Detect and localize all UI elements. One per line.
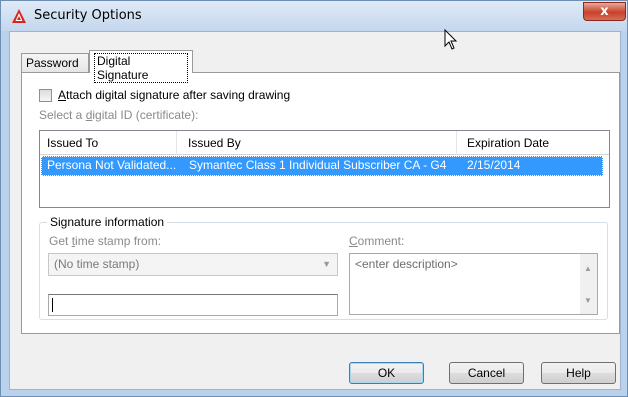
autocad-app-icon — [12, 9, 26, 23]
timestamp-value: (No time stamp) — [54, 257, 140, 271]
ok-button[interactable]: OK — [349, 362, 424, 384]
column-issued-to[interactable]: Issued To — [41, 131, 177, 155]
attach-signature-label[interactable]: Attach digital signature after saving dr… — [58, 88, 290, 102]
comment-label: Comment: — [349, 234, 404, 248]
attach-mnemonic: A — [58, 88, 67, 102]
select-id-post: igital ID (certificate): — [92, 108, 199, 122]
column-issued-by[interactable]: Issued By — [182, 131, 457, 155]
help-button[interactable]: Help — [541, 362, 616, 384]
timestamp-label-post: ime stamp from: — [75, 234, 162, 248]
timestamp-label-pre: Get — [49, 234, 72, 248]
close-button[interactable]: x — [583, 2, 626, 21]
text-caret — [52, 298, 53, 312]
tab-digital-signature[interactable]: Digital Signature — [89, 50, 193, 83]
comment-placeholder: <enter description> — [355, 257, 458, 271]
scroll-down-icon[interactable]: ▼ — [584, 296, 592, 305]
timestamp-server-field[interactable] — [48, 294, 338, 316]
chevron-down-icon: ▼ — [322, 259, 331, 269]
select-id-pre: Select a — [39, 108, 86, 122]
select-digital-id-label: Select a digital ID (certificate): — [39, 108, 198, 122]
title-bar[interactable]: Security Options x — [1, 1, 627, 31]
timestamp-dropdown[interactable]: (No time stamp) ▼ — [48, 253, 338, 276]
cancel-button[interactable]: Cancel — [449, 362, 524, 384]
comment-scrollbar[interactable]: ▲ ▼ — [580, 254, 597, 314]
window-title: Security Options — [34, 8, 142, 23]
comment-label-post: omment: — [357, 234, 405, 248]
close-icon: x — [600, 4, 609, 19]
cell-issued-by: Symantec Class 1 Individual Subscriber C… — [189, 158, 447, 172]
cell-expiration: 2/15/2014 — [467, 158, 521, 172]
scroll-up-icon[interactable]: ▲ — [584, 264, 592, 273]
attach-signature-checkbox[interactable] — [39, 89, 52, 102]
mouse-cursor-icon — [444, 29, 458, 50]
cell-issued-to: Persona Not Validated... — [47, 158, 177, 172]
column-expiration-date[interactable]: Expiration Date — [461, 131, 608, 155]
attach-label-text: ttach digital signature after saving dra… — [66, 88, 291, 102]
tab-password[interactable]: Password — [21, 53, 89, 72]
tab-digital-signature-label: Digital Signature — [94, 53, 188, 83]
comment-label-mnemonic: C — [349, 234, 358, 248]
signature-information-title: Signature information — [47, 215, 168, 229]
timestamp-label: Get time stamp from: — [49, 234, 161, 248]
comment-textarea[interactable]: <enter description> — [349, 253, 598, 315]
